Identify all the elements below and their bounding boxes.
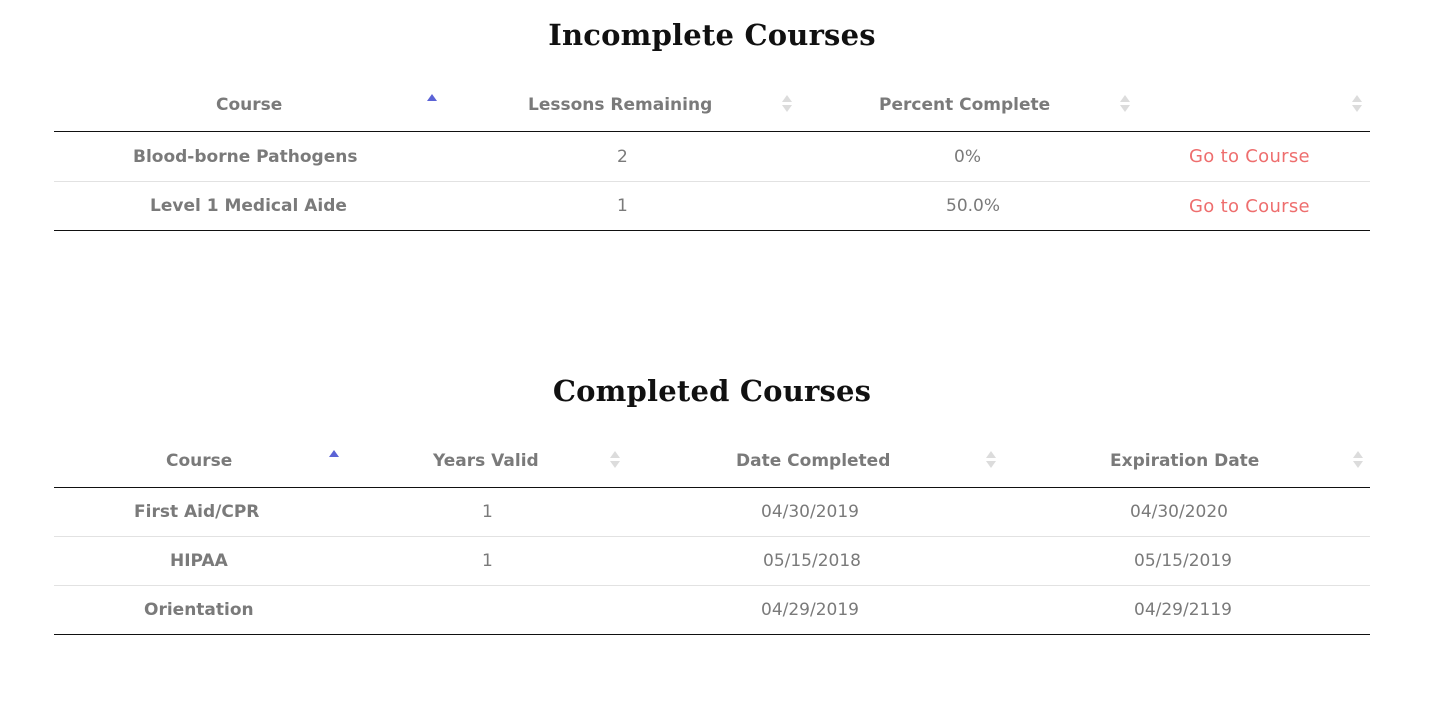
date-completed-cell: 04/30/2019 — [628, 487, 1003, 537]
years-valid-cell — [346, 585, 628, 635]
course-name-cell: First Aid/CPR — [54, 487, 346, 537]
lessons-remaining-cell: 2 — [446, 131, 799, 182]
expiration-date-cell: 04/30/2020 — [1003, 487, 1370, 537]
table-header-row: Course Lessons Remaining Percent Complet… — [54, 80, 1370, 132]
incomplete-courses-table: Course Lessons Remaining Percent Complet… — [54, 80, 1370, 231]
table-row: Level 1 Medical Aide 1 50.0% Go to Cours… — [54, 181, 1370, 231]
column-header-date-completed[interactable]: Date Completed — [628, 436, 1003, 488]
sort-neutral-icon[interactable] — [782, 94, 792, 114]
column-header-percent-complete[interactable]: Percent Complete — [799, 80, 1137, 132]
years-valid-cell: 1 — [346, 536, 628, 586]
course-name-cell: HIPAA — [54, 536, 346, 586]
completed-courses-title: Completed Courses — [552, 374, 872, 408]
header-label: Course — [166, 451, 233, 471]
date-completed-cell: 05/15/2018 — [628, 536, 1003, 586]
header-label: Percent Complete — [879, 95, 1051, 115]
course-name-cell: Orientation — [54, 585, 346, 635]
header-label: Years Valid — [433, 451, 539, 471]
go-to-course-link[interactable]: Go to Course — [1189, 196, 1310, 217]
header-label: Lessons Remaining — [528, 95, 713, 115]
expiration-date-cell-expired: 05/15/2019 — [1003, 536, 1370, 586]
table-row: Orientation 04/29/2019 04/29/2119 — [54, 585, 1370, 635]
table-row: HIPAA 1 05/15/2018 05/15/2019 — [54, 536, 1370, 586]
incomplete-courses-title: Incomplete Courses — [548, 18, 876, 52]
completed-courses-table: Course Years Valid Date Completed Expira… — [54, 436, 1370, 635]
header-label: Expiration Date — [1110, 451, 1260, 471]
header-label: Date Completed — [736, 451, 891, 471]
sort-ascending-icon[interactable] — [427, 93, 437, 113]
years-valid-cell: 1 — [346, 487, 628, 537]
percent-complete-cell: 0% — [799, 131, 1137, 182]
sort-ascending-icon[interactable] — [329, 449, 339, 469]
sort-neutral-icon[interactable] — [1120, 94, 1130, 114]
header-label: Course — [216, 95, 283, 115]
course-name-cell: Blood-borne Pathogens — [54, 131, 446, 182]
action-cell: Go to Course — [1137, 181, 1370, 231]
table-row: Blood-borne Pathogens 2 0% Go to Course — [54, 131, 1370, 182]
date-completed-cell: 04/29/2019 — [628, 585, 1003, 635]
column-header-lessons-remaining[interactable]: Lessons Remaining — [446, 80, 799, 132]
column-header-action[interactable] — [1137, 80, 1370, 132]
table-header-row: Course Years Valid Date Completed Expira… — [54, 436, 1370, 488]
sort-neutral-icon[interactable] — [1352, 94, 1362, 114]
go-to-course-link[interactable]: Go to Course — [1189, 146, 1310, 167]
lessons-remaining-cell: 1 — [446, 181, 799, 231]
sort-neutral-icon[interactable] — [1353, 450, 1363, 470]
sort-neutral-icon[interactable] — [610, 450, 620, 470]
course-name-cell: Level 1 Medical Aide — [54, 181, 446, 231]
percent-complete-cell: 50.0% — [799, 181, 1137, 231]
column-header-course[interactable]: Course — [54, 436, 346, 488]
column-header-course[interactable]: Course — [54, 80, 446, 132]
action-cell: Go to Course — [1137, 131, 1370, 182]
sort-neutral-icon[interactable] — [986, 450, 996, 470]
column-header-expiration-date[interactable]: Expiration Date — [1003, 436, 1370, 488]
table-row: First Aid/CPR 1 04/30/2019 04/30/2020 — [54, 487, 1370, 537]
expiration-date-cell: 04/29/2119 — [1003, 585, 1370, 635]
column-header-years-valid[interactable]: Years Valid — [346, 436, 628, 488]
